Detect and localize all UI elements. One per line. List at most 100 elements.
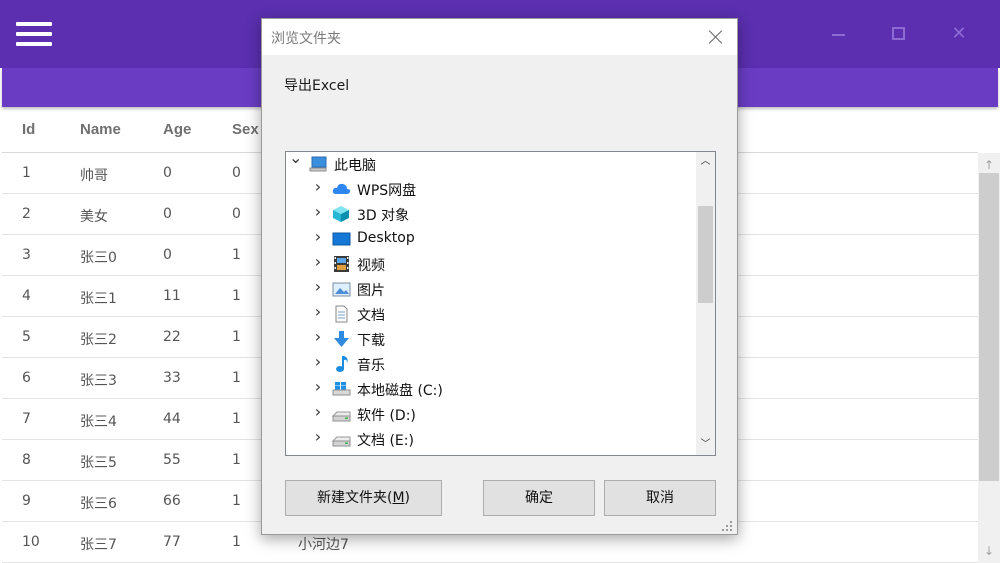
cell-sex: 0 xyxy=(232,206,241,222)
chevron-right-icon[interactable]: › xyxy=(312,179,324,195)
cell-id: 3 xyxy=(22,247,31,263)
tree-item[interactable]: › 软件 (D:) xyxy=(286,402,696,427)
chevron-right-icon[interactable]: › xyxy=(312,279,324,295)
tree-item[interactable]: ⌄ 此电脑 xyxy=(286,152,696,177)
ok-button[interactable]: 确定 xyxy=(483,480,595,516)
ok-label: 确定 xyxy=(525,490,553,506)
cell-name: 张三1 xyxy=(80,291,117,307)
tree-item-label: 图片 xyxy=(357,283,385,299)
close-icon[interactable] xyxy=(706,27,726,47)
tree-item[interactable]: › 文档 xyxy=(286,302,696,327)
cell-sex: 1 xyxy=(232,370,241,386)
music-icon xyxy=(332,355,351,373)
cell-name: 张三2 xyxy=(80,332,117,348)
tree-scroll-thumb[interactable] xyxy=(698,206,713,303)
resize-grip-icon[interactable] xyxy=(722,521,734,533)
menu-icon[interactable] xyxy=(16,22,52,48)
new-folder-button[interactable]: 新建文件夹(M) xyxy=(285,480,442,516)
dialog-titlebar: 浏览文件夹 xyxy=(262,19,737,55)
tree-item-label: 音乐 xyxy=(357,358,385,374)
chevron-up-icon[interactable]: ︿ xyxy=(696,153,715,171)
cancel-label: 取消 xyxy=(646,490,674,506)
tree-item-label: 3D 对象 xyxy=(357,208,410,224)
cell-id: 2 xyxy=(22,206,31,222)
browse-folder-dialog: 浏览文件夹 导出Excel ⌄ 此电脑 › WPS网盘 › 3D 对象 › Desktop › 视… xyxy=(261,18,738,535)
tree-item[interactable]: › 本地磁盘 (C:) xyxy=(286,377,696,402)
window-close-button[interactable]: ✕ xyxy=(947,22,971,46)
chevron-right-icon[interactable]: › xyxy=(312,404,324,420)
computer-icon xyxy=(309,155,328,173)
cell-sex: 1 xyxy=(232,534,241,550)
chevron-down-icon[interactable]: ﹀ xyxy=(696,436,715,454)
chevron-right-icon[interactable]: › xyxy=(312,204,324,220)
document-icon xyxy=(332,305,351,323)
tree-item[interactable]: › 文档 (E:) xyxy=(286,427,696,452)
tree-item[interactable]: › 视频 xyxy=(286,252,696,277)
cell-name: 张三3 xyxy=(80,373,117,389)
maximize-button[interactable] xyxy=(887,22,911,46)
folder-tree[interactable]: ⌄ 此电脑 › WPS网盘 › 3D 对象 › Desktop › 视频 › 图片 › 文档 › 下载 › 音乐 ›… xyxy=(285,151,716,456)
tree-item-label: WPS网盘 xyxy=(357,183,417,199)
chevron-right-icon[interactable]: › xyxy=(312,329,324,345)
cell-sex: 1 xyxy=(232,452,241,468)
chevron-right-icon[interactable]: › xyxy=(312,229,324,245)
column-header-age[interactable]: Age xyxy=(163,121,191,138)
tree-item[interactable]: › WPS网盘 xyxy=(286,177,696,202)
scroll-up-icon[interactable]: ↑ xyxy=(978,155,1000,175)
cube-3d-icon xyxy=(332,205,351,223)
cell-age: 0 xyxy=(163,206,172,222)
cloud-icon xyxy=(332,180,351,198)
column-header-id[interactable]: Id xyxy=(22,121,35,138)
tree-item[interactable]: › 音乐 xyxy=(286,352,696,377)
cell-id: 8 xyxy=(22,452,31,468)
cell-id: 4 xyxy=(22,288,31,304)
tree-item-label: 下载 xyxy=(357,333,385,349)
cell-desc: 小河边7 xyxy=(298,537,349,553)
cell-name: 张三7 xyxy=(80,537,117,553)
cell-age: 0 xyxy=(163,165,172,181)
tree-item[interactable]: › 下载 xyxy=(286,327,696,352)
column-header-name[interactable]: Name xyxy=(80,121,121,138)
minimize-button[interactable] xyxy=(827,22,851,46)
picture-icon xyxy=(332,280,351,298)
scroll-thumb[interactable] xyxy=(979,173,999,481)
cell-sex: 1 xyxy=(232,329,241,345)
chevron-down-icon[interactable]: ⌄ xyxy=(289,152,302,166)
video-icon xyxy=(332,255,351,273)
dialog-description: 导出Excel xyxy=(284,78,350,94)
chevron-right-icon[interactable]: › xyxy=(312,254,324,270)
chevron-right-icon[interactable]: › xyxy=(312,354,324,370)
cell-name: 张三0 xyxy=(80,250,117,266)
drive-icon xyxy=(331,430,351,448)
chevron-right-icon[interactable]: › xyxy=(312,379,324,395)
download-icon xyxy=(332,330,351,348)
new-folder-label: 新建文件夹(M) xyxy=(316,490,411,506)
tree-item-label: 文档 (E:) xyxy=(357,433,414,449)
cell-name: 张三6 xyxy=(80,496,117,512)
cell-age: 33 xyxy=(163,370,181,386)
tree-item[interactable]: › 图片 xyxy=(286,277,696,302)
tree-item-label: 软件 (D:) xyxy=(357,408,416,424)
cell-sex: 1 xyxy=(232,411,241,427)
cell-id: 7 xyxy=(22,411,31,427)
column-header-sex[interactable]: Sex xyxy=(232,121,259,138)
cell-sex: 1 xyxy=(232,493,241,509)
drive-icon xyxy=(331,405,351,423)
tree-item-label: 视频 xyxy=(357,258,385,274)
tree-item-label: 此电脑 xyxy=(334,158,376,174)
tree-item[interactable]: › 3D 对象 xyxy=(286,202,696,227)
cancel-button[interactable]: 取消 xyxy=(604,480,716,516)
chevron-right-icon[interactable]: › xyxy=(312,304,324,320)
cell-id: 9 xyxy=(22,493,31,509)
cell-age: 44 xyxy=(163,411,181,427)
cell-id: 6 xyxy=(22,370,31,386)
cell-age: 11 xyxy=(163,288,181,304)
cell-name: 帅哥 xyxy=(80,168,108,184)
cell-id: 5 xyxy=(22,329,31,345)
cell-age: 22 xyxy=(163,329,181,345)
chevron-right-icon[interactable]: › xyxy=(312,429,324,445)
grid-scrollbar[interactable]: ↑ ↓ xyxy=(978,153,1000,563)
scroll-down-icon[interactable]: ↓ xyxy=(978,541,1000,561)
tree-item[interactable]: › Desktop xyxy=(286,227,696,252)
tree-scrollbar[interactable]: ︿ ﹀ xyxy=(696,152,715,455)
